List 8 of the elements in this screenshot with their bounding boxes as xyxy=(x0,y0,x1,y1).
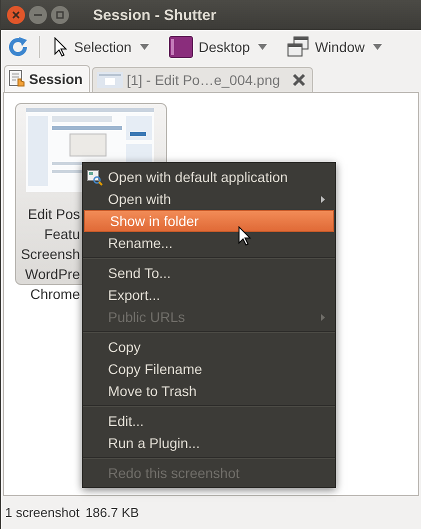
thumbnail-caption: Screensh xyxy=(20,245,80,264)
window-title: Session - Shutter xyxy=(93,6,216,24)
thumbnail-caption: Chrome xyxy=(30,285,80,304)
thumbnail-caption: WordPre xyxy=(25,265,80,284)
thumbnail-caption: Edit Pos xyxy=(28,205,80,224)
thumbnail-caption: Featu xyxy=(44,225,80,244)
status-text: 1 screenshot xyxy=(5,505,80,520)
status-text: 186.7 KB xyxy=(85,505,139,520)
